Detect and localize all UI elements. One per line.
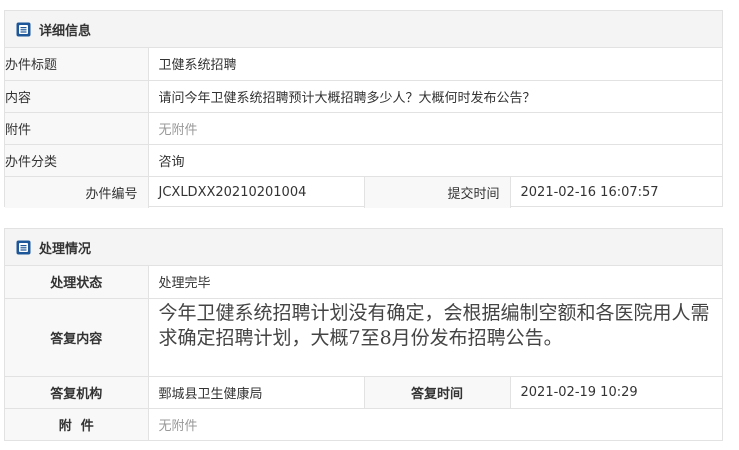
category-value: 咨询 [147, 143, 722, 177]
process-table: 处理状态 处理完毕 答复内容 今年卫健系统招聘计划没有确定，会根据编制空额和各医… [5, 266, 722, 440]
table-row: 办件标题 卫健系统招聘 [5, 48, 722, 81]
process-panel-title: 处理情况 [39, 241, 92, 257]
detail-panel-header: 详细信息 [5, 11, 722, 48]
table-row: 办件编号 JCXLDXX20210201004 提交时间 2021-02-16 … [5, 175, 722, 208]
table-row: 内容 请问今年卫健系统招聘预计大概招聘多少人？大概何时发布公告？ [5, 79, 722, 113]
table-row: 处理状态 处理完毕 [5, 266, 722, 299]
status-value: 处理完毕 [147, 266, 722, 299]
subject-label: 办件标题 [5, 48, 149, 81]
table-row: 答复内容 今年卫健系统招聘计划没有确定，会根据编制空额和各医院用人需求确定招聘计… [5, 297, 722, 377]
reply-attachment-label: 附 件 [5, 407, 149, 440]
reply-content-value: 今年卫健系统招聘计划没有确定，会根据编制空额和各医院用人需求确定招聘计划，大概7… [147, 297, 722, 377]
detail-panel-title: 详细信息 [39, 23, 92, 39]
content-value: 请问今年卫健系统招聘预计大概招聘多少人？大概何时发布公告？ [147, 79, 722, 113]
number-label: 办件编号 [5, 175, 149, 208]
reply-attachment-value: 无附件 [147, 407, 722, 440]
attachment-value: 无附件 [147, 111, 722, 145]
detail-panel: 详细信息 办件标题 卫健系统招聘 内容 请问今年卫健系统招聘预计大概招聘多少人？… [4, 10, 723, 208]
agency-value: 鄄城县卫生健康局 [147, 375, 365, 409]
reply-time-value: 2021-02-19 10:29 [509, 375, 722, 409]
number-value: JCXLDXX20210201004 [147, 175, 365, 208]
reply-time-label: 答复时间 [363, 375, 511, 409]
table-row: 附件 无附件 [5, 111, 722, 145]
reply-content-label: 答复内容 [5, 297, 149, 377]
process-panel-header: 处理情况 [5, 229, 722, 266]
category-label: 办件分类 [5, 143, 149, 177]
agency-label: 答复机构 [5, 375, 149, 409]
submit-time-label: 提交时间 [363, 175, 511, 208]
detail-table: 办件标题 卫健系统招聘 内容 请问今年卫健系统招聘预计大概招聘多少人？大概何时发… [5, 48, 722, 208]
subject-value: 卫健系统招聘 [147, 48, 722, 81]
content-label: 内容 [5, 79, 149, 113]
document-list-icon [16, 240, 31, 254]
document-list-icon [16, 22, 31, 36]
process-panel: 处理情况 处理状态 处理完毕 答复内容 今年卫健系统招聘计划没有确定，会根据编制… [4, 228, 723, 441]
table-row: 附 件 无附件 [5, 407, 722, 440]
table-row: 答复机构 鄄城县卫生健康局 答复时间 2021-02-19 10:29 [5, 375, 722, 409]
submit-time-value: 2021-02-16 16:07:57 [509, 175, 722, 208]
table-row: 办件分类 咨询 [5, 143, 722, 177]
attachment-label: 附件 [5, 111, 149, 145]
status-label: 处理状态 [5, 266, 149, 299]
